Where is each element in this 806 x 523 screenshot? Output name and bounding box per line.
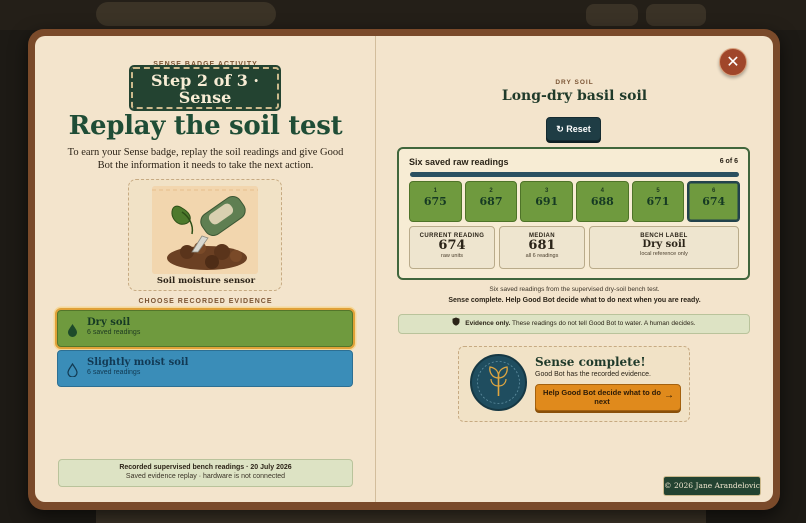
option-subtitle: 6 saved readings <box>87 329 141 336</box>
sense-badge-seal <box>470 354 527 411</box>
tile-index: 5 <box>656 188 660 194</box>
evidence-label: Evidence only. <box>465 320 511 327</box>
page-description: To earn your Sense badge, replay the soi… <box>67 147 344 171</box>
tile-index: 3 <box>545 188 549 194</box>
background-button <box>586 4 638 26</box>
reading-tile[interactable]: 2 687 <box>464 181 518 222</box>
choose-evidence-label: CHOOSE RECORDED EVIDENCE <box>138 298 273 305</box>
help-good-bot-button[interactable]: Help Good Bot decide what to do next → <box>535 384 681 411</box>
tile-value: 687 <box>479 195 503 208</box>
tile-value: 671 <box>646 195 670 208</box>
stat-value: 674 <box>438 238 466 253</box>
reset-button[interactable]: ↻ Reset <box>546 117 601 141</box>
help-button-label: Help Good Bot decide what to do next <box>543 388 661 406</box>
sensor-card: Soil moisture sensor <box>128 179 282 291</box>
reset-label: Reset <box>566 124 591 134</box>
soil-sensor-illustration <box>152 186 258 274</box>
stat-value: 681 <box>528 238 556 253</box>
option-title: Slightly moist soil <box>87 357 189 368</box>
readings-progress-bar <box>410 172 739 177</box>
reading-tile[interactable]: 5 671 <box>631 181 685 222</box>
stat-value: Dry soil <box>642 239 686 250</box>
evidence-notice: Evidence only. These readings do not tel… <box>398 314 750 334</box>
readings-progress-fill <box>410 172 739 177</box>
sense-complete-card: Sense complete! Good Bot has the recorde… <box>458 346 690 422</box>
readings-caption: Six saved readings from the supervised d… <box>489 286 660 293</box>
step-badge: Step 2 of 3 · Sense <box>129 65 281 111</box>
current-reading-stat: CURRENT READING 674 raw units <box>409 226 495 269</box>
soil-drop-icon <box>67 322 78 337</box>
readings-tiles: 1 675 2 687 3 691 4 688 5 671 6 674 <box>409 181 741 222</box>
tile-index: 1 <box>433 188 437 194</box>
evidence-text: These readings do not tell Good Bot to w… <box>510 320 696 327</box>
shield-icon <box>452 317 465 327</box>
tile-index: 2 <box>489 188 493 194</box>
background-button <box>646 4 706 26</box>
soil-type-eyebrow: DRY SOIL <box>555 79 594 86</box>
option-title: Dry soil <box>87 317 131 328</box>
recording-info: Recorded supervised bench readings · 20 … <box>58 459 353 487</box>
option-subtitle: 6 saved readings <box>87 369 141 376</box>
readings-title: Six saved raw readings <box>409 157 509 167</box>
reading-tile[interactable]: 4 688 <box>576 181 629 222</box>
right-page: ✕ DRY SOIL Long-dry basil soil ↻ Reset S… <box>376 36 773 502</box>
sense-complete-subtitle: Good Bot has the recorded evidence. <box>535 371 651 378</box>
readings-count: 6 of 6 <box>719 158 738 165</box>
evidence-option-slightly-moist-soil[interactable]: Slightly moist soil 6 saved readings <box>57 350 353 387</box>
sensor-caption: Soil moisture sensor <box>156 276 256 286</box>
arrow-right-icon: → <box>664 390 674 401</box>
stat-sub: all 6 readings <box>525 253 559 259</box>
recording-subtitle: Saved evidence replay · hardware is not … <box>125 473 286 480</box>
readings-panel: Six saved raw readings 6 of 6 1 675 2 687 … <box>397 147 750 280</box>
reading-tile[interactable]: 1 675 <box>409 181 462 222</box>
tile-value: 674 <box>702 195 726 208</box>
tile-index: 4 <box>600 188 605 194</box>
median-stat: MEDIAN 681 all 6 readings <box>499 226 585 269</box>
tile-index: 6 <box>712 188 716 194</box>
bench-label-stat: BENCH LABEL Dry soil local reference onl… <box>589 226 739 269</box>
recording-title: Recorded supervised bench readings · 20 … <box>119 464 292 471</box>
tile-value: 691 <box>535 195 559 208</box>
reading-tile-active[interactable]: 6 674 <box>687 181 741 222</box>
close-button[interactable]: ✕ <box>719 48 747 76</box>
stat-sub: local reference only <box>640 251 688 257</box>
leaf-drop-icon <box>67 362 78 378</box>
activity-book: SENSE BADGE ACTIVITY Step 2 of 3 · Sense… <box>28 29 780 510</box>
reset-icon: ↻ <box>556 124 564 134</box>
tile-value: 675 <box>423 195 447 208</box>
left-page: SENSE BADGE ACTIVITY Step 2 of 3 · Sense… <box>35 36 376 502</box>
soil-sample-title: Long-dry basil soil <box>501 88 648 104</box>
sense-complete-title: Sense complete! <box>535 355 646 369</box>
reading-tile[interactable]: 3 691 <box>520 181 574 222</box>
stat-sub: raw units <box>440 253 463 259</box>
copyright-badge: © 2026 Jane Arandelovic <box>663 476 761 496</box>
page-title: Replay the soil test <box>68 111 343 141</box>
evidence-option-dry-soil[interactable]: Dry soil 6 saved readings <box>57 310 353 347</box>
background-shape <box>96 2 276 26</box>
sense-complete-caption: Sense complete. Help Good Bot decide wha… <box>448 297 701 304</box>
close-icon: ✕ <box>726 52 740 71</box>
tile-value: 688 <box>590 195 614 208</box>
